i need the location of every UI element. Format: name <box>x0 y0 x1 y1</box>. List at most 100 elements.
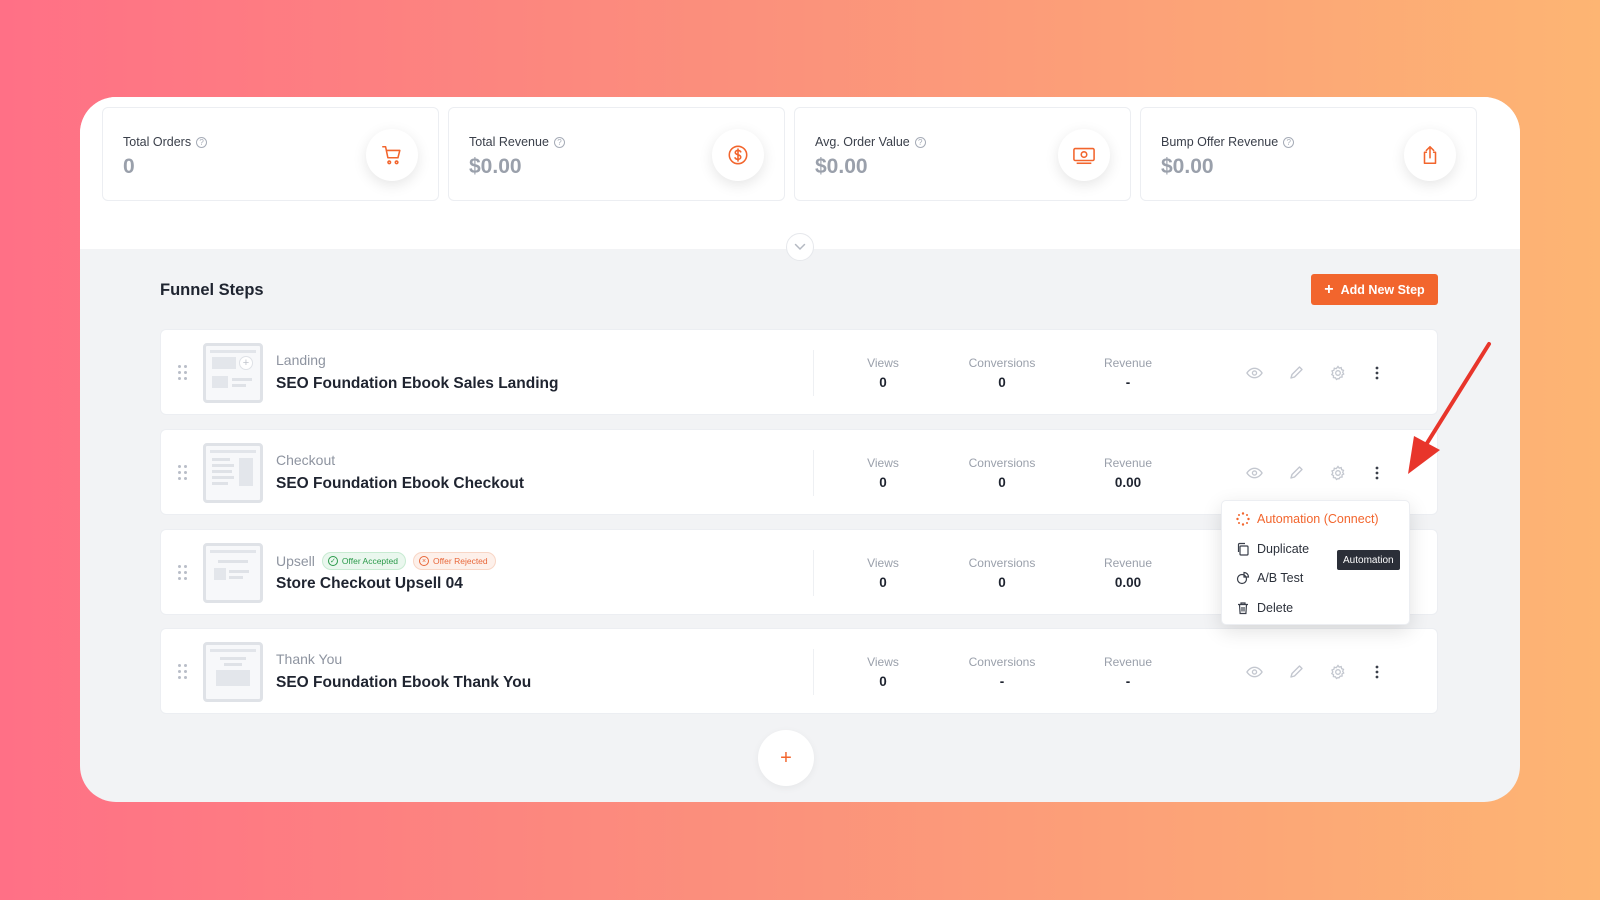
metric-conversions: Conversions - <box>957 655 1047 689</box>
help-icon[interactable]: ? <box>553 136 565 148</box>
funnel-step-row[interactable]: + Landing SEO Foundation Ebook Sales Lan… <box>160 329 1438 415</box>
stat-label-text: Total Revenue <box>469 135 549 149</box>
drag-handle-icon[interactable] <box>178 565 188 581</box>
badge-label: Offer Accepted <box>341 556 398 566</box>
stat-label: Total Orders? <box>123 135 208 149</box>
divider <box>813 350 814 396</box>
tooltip: Automation <box>1337 550 1400 570</box>
stat-card-avg-order-value: Avg. Order Value? $0.00 <box>794 107 1131 201</box>
menu-item-ab-test[interactable]: A/B Test <box>1236 568 1303 588</box>
metric-views: Views 0 <box>838 356 928 390</box>
help-icon[interactable]: ? <box>196 136 208 148</box>
menu-item-label: Automation (Connect) <box>1257 512 1379 526</box>
drag-handle-icon[interactable] <box>178 465 188 481</box>
menu-item-duplicate[interactable]: Duplicate <box>1236 539 1309 559</box>
pencil-icon[interactable] <box>1285 462 1307 484</box>
annotation-arrow-icon <box>1408 342 1491 474</box>
metric-value: - <box>1125 375 1131 390</box>
check-circle-icon: ✓ <box>327 556 338 566</box>
metric-value: - <box>1125 674 1131 689</box>
metric-conversions: Conversions 0 <box>957 456 1047 490</box>
pencil-icon[interactable] <box>1285 661 1307 683</box>
add-step-fab-button[interactable]: + <box>758 730 814 786</box>
stat-label-text: Bump Offer Revenue <box>1161 135 1279 149</box>
metric-value: 0 <box>879 575 887 590</box>
step-type: Landing <box>276 352 326 368</box>
ab-test-icon <box>1236 571 1250 585</box>
plus-icon: + <box>1324 280 1334 298</box>
menu-item-automation[interactable]: Automation (Connect) <box>1236 509 1379 529</box>
help-icon[interactable]: ? <box>914 136 926 148</box>
plus-icon: + <box>780 746 792 769</box>
section-title: Funnel Steps <box>160 281 264 299</box>
offer-rejected-badge: × Offer Rejected <box>412 552 496 570</box>
step-type: Upsell ✓ Offer Accepted × Offer Rejected <box>276 552 496 570</box>
menu-item-label: A/B Test <box>1257 571 1304 585</box>
gear-icon[interactable] <box>1327 462 1349 484</box>
metric-views: Views 0 <box>838 556 928 590</box>
funnel-step-row[interactable]: Thank You SEO Foundation Ebook Thank You… <box>160 628 1438 714</box>
trash-icon <box>1238 602 1248 615</box>
collapse-stats-button[interactable] <box>786 233 814 261</box>
more-vertical-icon[interactable] <box>1366 362 1388 384</box>
step-thumbnail <box>203 543 263 603</box>
drag-handle-icon[interactable] <box>178 365 188 381</box>
step-thumbnail: + <box>203 343 263 403</box>
stat-card-bump-offer-revenue: Bump Offer Revenue? $0.00 <box>1140 107 1477 201</box>
add-new-step-button[interactable]: + Add New Step <box>1311 274 1438 305</box>
metric-views: Views 0 <box>838 456 928 490</box>
stats-band: Total Orders? 0 Total Revenue? $0.00 Avg… <box>80 97 1520 249</box>
app-frame: Total Orders? 0 Total Revenue? $0.00 Avg… <box>80 97 1520 802</box>
stat-value: $0.00 <box>469 155 522 178</box>
menu-item-label: Duplicate <box>1257 542 1310 556</box>
eye-icon[interactable] <box>1243 661 1265 683</box>
offer-accepted-badge: ✓ Offer Accepted <box>321 552 406 570</box>
menu-item-label: Delete <box>1257 601 1294 615</box>
stat-label: Total Revenue? <box>469 135 565 149</box>
metric-value: - <box>999 674 1005 689</box>
metric-value: 0 <box>879 475 887 490</box>
badge-label: Offer Rejected <box>432 556 488 566</box>
metric-views: Views 0 <box>838 655 928 689</box>
metric-value: 0.00 <box>1114 475 1142 490</box>
divider <box>813 550 814 596</box>
add-new-step-label: Add New Step <box>1340 282 1425 297</box>
step-type-label: Checkout <box>276 452 336 468</box>
metric-value: 0.00 <box>1114 575 1142 590</box>
step-name[interactable]: SEO Foundation Ebook Sales Landing <box>276 375 558 393</box>
eye-icon[interactable] <box>1243 362 1265 384</box>
more-vertical-icon[interactable] <box>1366 462 1388 484</box>
cart-icon <box>366 129 418 181</box>
pencil-icon[interactable] <box>1285 362 1307 384</box>
stat-label: Avg. Order Value? <box>815 135 926 149</box>
metric-value: 0 <box>998 375 1006 390</box>
help-icon[interactable]: ? <box>1283 136 1295 148</box>
eye-icon[interactable] <box>1243 462 1265 484</box>
x-circle-icon: × <box>418 556 429 566</box>
drag-handle-icon[interactable] <box>178 664 188 680</box>
metric-revenue: Revenue 0.00 <box>1083 556 1173 590</box>
metric-label: Conversions <box>968 356 1036 370</box>
metric-label: Conversions <box>968 456 1036 470</box>
stat-label-text: Avg. Order Value <box>815 135 910 149</box>
step-name[interactable]: SEO Foundation Ebook Checkout <box>276 475 524 493</box>
chevron-down-icon <box>794 243 806 251</box>
metric-revenue: Revenue - <box>1083 356 1173 390</box>
dollar-icon <box>712 129 764 181</box>
step-name[interactable]: SEO Foundation Ebook Thank You <box>276 674 531 692</box>
gear-icon[interactable] <box>1327 661 1349 683</box>
divider <box>813 649 814 695</box>
step-name[interactable]: Store Checkout Upsell 04 <box>276 575 463 593</box>
metric-conversions: Conversions 0 <box>957 556 1047 590</box>
metric-label: Views <box>867 556 899 570</box>
more-vertical-icon[interactable] <box>1366 661 1388 683</box>
gear-icon[interactable] <box>1327 362 1349 384</box>
metric-label: Revenue <box>1103 456 1153 470</box>
metric-label: Revenue <box>1103 655 1153 669</box>
metric-label: Revenue <box>1103 556 1153 570</box>
step-thumbnail <box>203 642 263 702</box>
stat-label: Bump Offer Revenue? <box>1161 135 1295 149</box>
step-type-label: Upsell <box>276 553 315 569</box>
cash-icon <box>1058 129 1110 181</box>
menu-item-delete[interactable]: Delete <box>1236 598 1293 618</box>
